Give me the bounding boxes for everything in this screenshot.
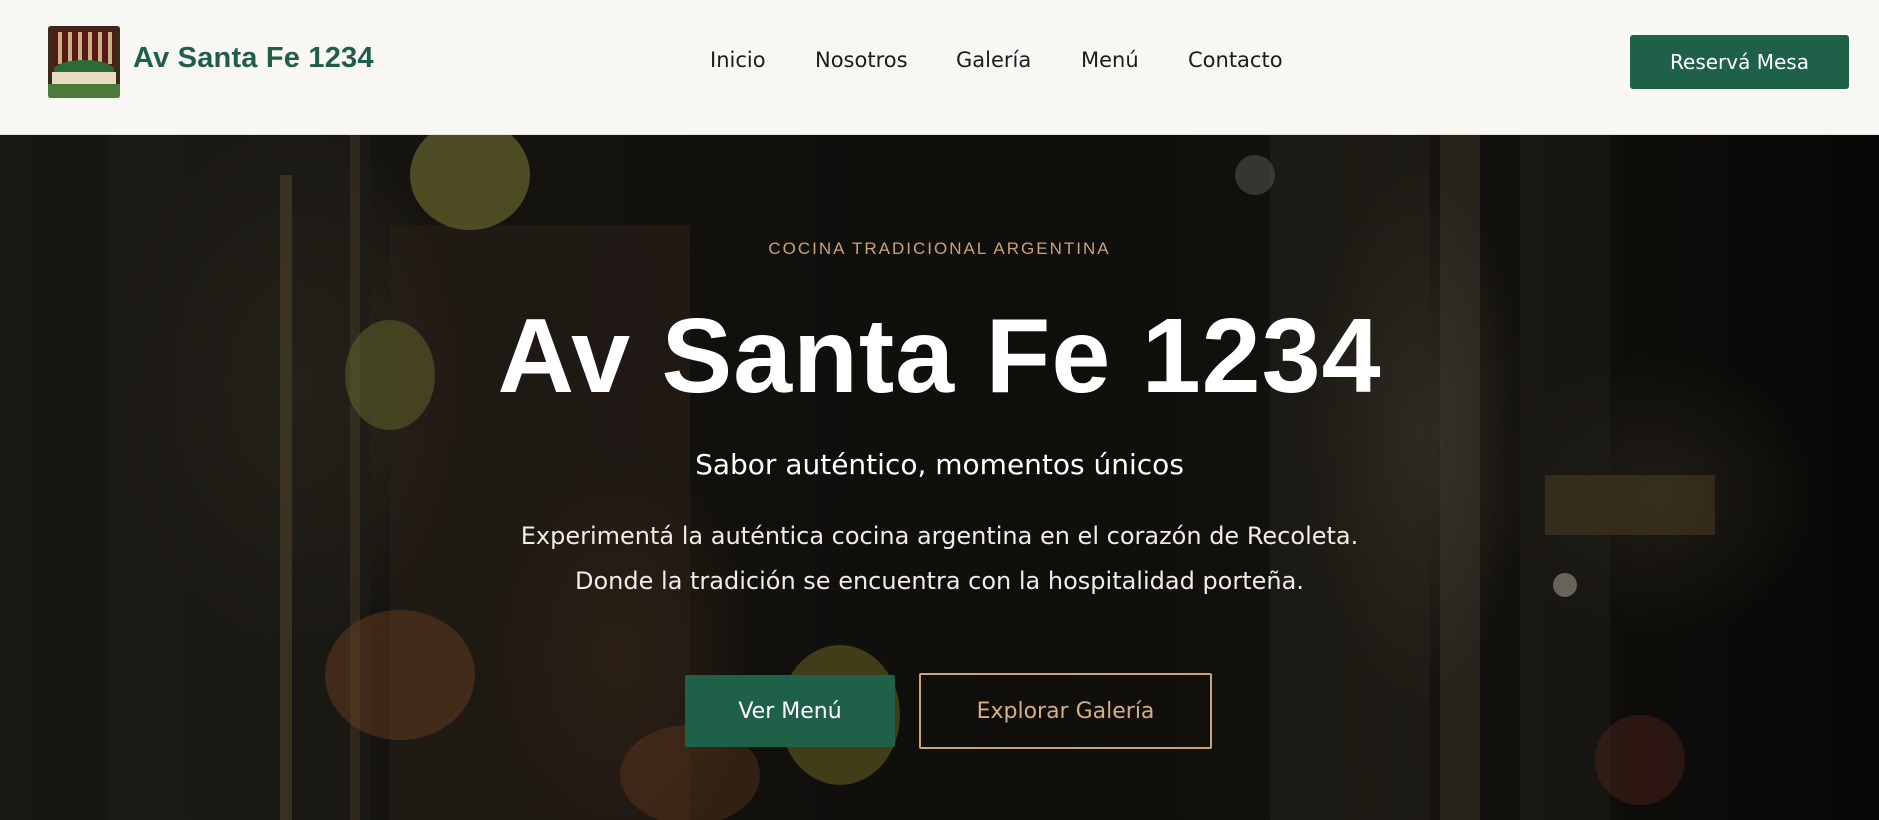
reserve-table-button[interactable]: Reservá Mesa [1630,35,1849,89]
site-header: Av Santa Fe 1234 Inicio Nosotros Galería… [0,0,1879,135]
view-menu-button[interactable]: Ver Menú [685,675,895,747]
hero-title: Av Santa Fe 1234 [497,297,1382,415]
hero-description-line-2: Donde la tradición se encuentra con la h… [575,567,1304,595]
nav-item-menu[interactable]: Menú [1081,48,1139,72]
nav-item-galeria[interactable]: Galería [956,48,1031,72]
main-nav: Inicio Nosotros Galería Menú Contacto [0,48,1879,78]
explore-gallery-button[interactable]: Explorar Galería [919,673,1212,749]
hero-description: Experimentá la auténtica cocina argentin… [0,514,1879,604]
hero-section: COCINA TRADICIONAL ARGENTINA Av Santa Fe… [0,135,1879,820]
nav-item-inicio[interactable]: Inicio [710,48,766,72]
hero-eyebrow: COCINA TRADICIONAL ARGENTINA [768,239,1111,258]
hero-subtitle: Sabor auténtico, momentos únicos [695,448,1184,481]
nav-item-nosotros[interactable]: Nosotros [815,48,908,72]
nav-item-contacto[interactable]: Contacto [1188,48,1283,72]
hero-description-line-1: Experimentá la auténtica cocina argentin… [520,522,1359,550]
